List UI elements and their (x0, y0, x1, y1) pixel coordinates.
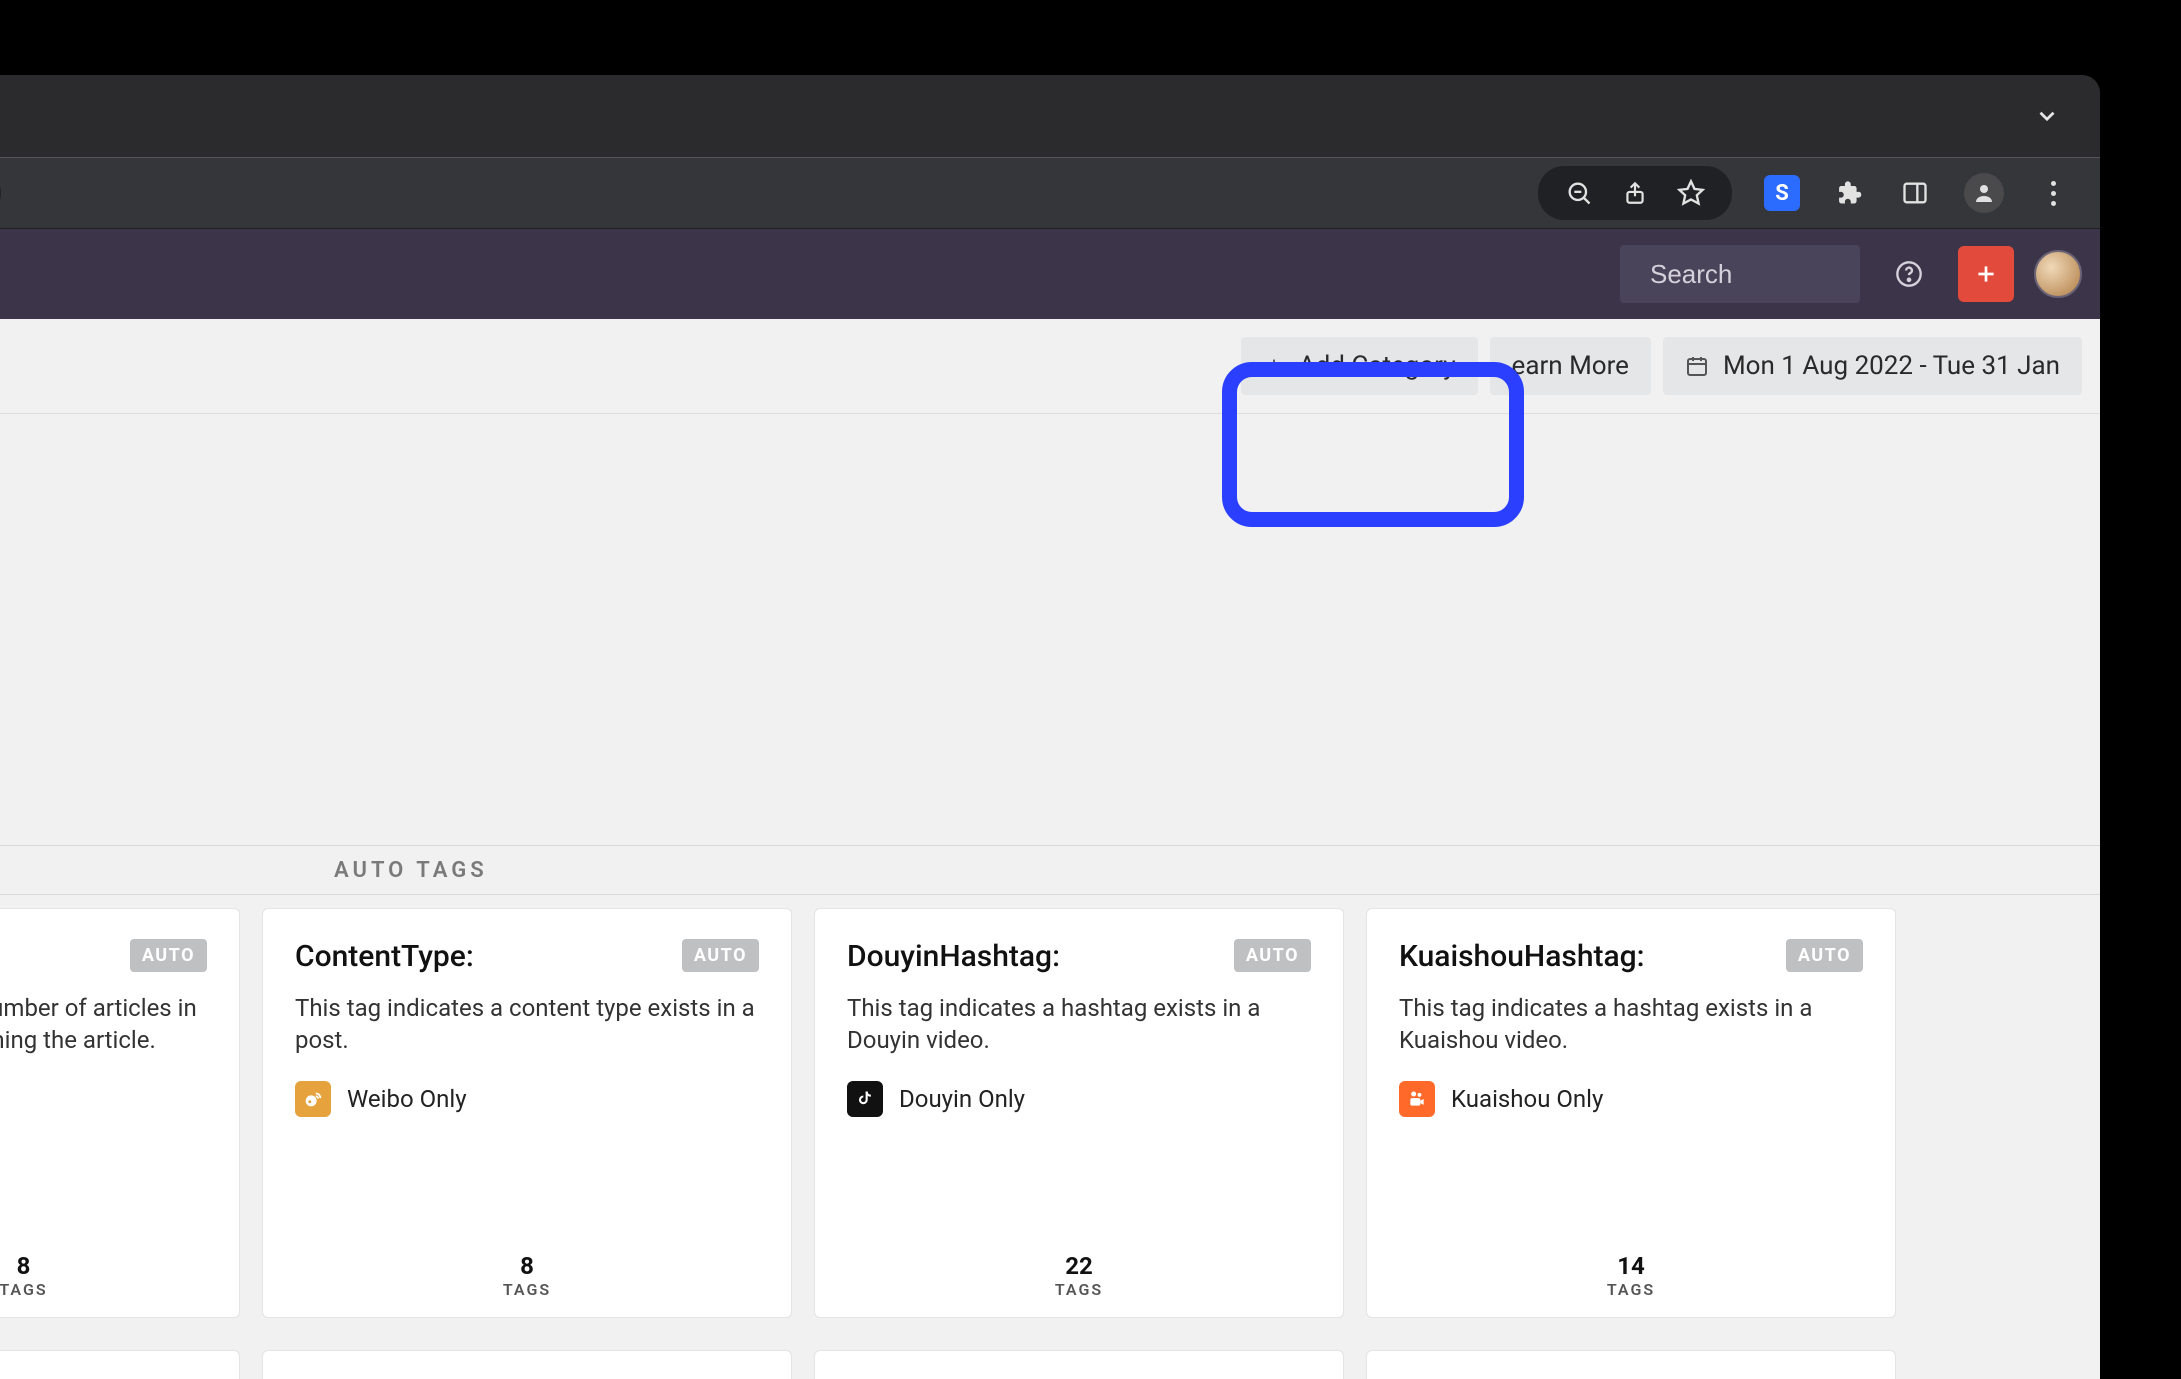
card-platform: Weibo Only (295, 1081, 759, 1117)
tag-card[interactable]: ContentType: AUTO This tag indicates a c… (262, 908, 792, 1318)
card-feature: at Only (0, 1123, 207, 1151)
main-content: AUTO TAGS InPush: AUTO ndicates the numb… (0, 414, 2100, 1379)
tag-card-stub[interactable] (262, 1350, 792, 1379)
card-title: ContentType: (295, 939, 474, 974)
card-title: DouyinHashtag: (847, 939, 1060, 974)
address-bar-actions: S (1538, 166, 2070, 220)
section-auto-tags-label: AUTO TAGS (334, 858, 488, 883)
cards-row-2 (0, 1350, 2100, 1379)
panel-icon[interactable] (1898, 176, 1932, 210)
tag-card[interactable]: DouyinHashtag: AUTO This tag indicates a… (814, 908, 1344, 1318)
add-category-label: Add Category (1299, 351, 1456, 381)
tag-card[interactable]: InPush: AUTO ndicates the number of arti… (0, 908, 240, 1318)
card-description: This tag indicates a hashtag exists in a… (1399, 992, 1863, 1057)
share-icon[interactable] (1618, 176, 1652, 210)
tag-count: 22 (847, 1252, 1311, 1280)
tag-card-stub[interactable] (814, 1350, 1344, 1379)
douyin-icon (847, 1081, 883, 1117)
platform-label: Kuaishou Only (1451, 1085, 1603, 1113)
tag-count-label: TAGS (1399, 1280, 1863, 1299)
tag-count-label: TAGS (847, 1280, 1311, 1299)
browser-tab-bar (0, 75, 2100, 157)
auto-badge: AUTO (130, 939, 207, 972)
tag-count-label: TAGS (0, 1280, 207, 1299)
tag-count: 14 (1399, 1252, 1863, 1280)
tag-card[interactable]: KuaishouHashtag: AUTO This tag indicates… (1366, 908, 1896, 1318)
card-description: This tag indicates a hashtag exists in a… (847, 992, 1311, 1057)
auto-badge: AUTO (682, 939, 759, 972)
card-title: KuaishouHashtag: (1399, 939, 1645, 974)
add-button[interactable] (1958, 246, 2014, 302)
kuaishou-icon (1399, 1081, 1435, 1117)
auto-badge: AUTO (1786, 939, 1863, 972)
profile-avatar-icon[interactable] (1964, 173, 2004, 213)
section-header: AUTO TAGS (0, 845, 2100, 895)
card-description: ndicates the number of articles in at pu… (0, 992, 207, 1057)
platform-label: Weibo Only (347, 1085, 467, 1113)
browser-address-bar: 30799999 S (0, 157, 2100, 229)
tag-card-stub[interactable] (1366, 1350, 1896, 1379)
extension-s-icon[interactable]: S (1764, 175, 1800, 211)
tag-card-stub[interactable] (0, 1350, 240, 1379)
star-icon[interactable] (1674, 176, 1708, 210)
card-platform: Kuaishou Only (1399, 1081, 1863, 1117)
weibo-icon (295, 1081, 331, 1117)
url-pill[interactable]: 30799999 (0, 167, 1, 219)
card-platform: Douyin Only (847, 1081, 1311, 1117)
calendar-icon (1685, 354, 1709, 378)
address-bar-pill-group (1538, 166, 1732, 220)
tag-count: 8 (0, 1252, 207, 1280)
date-range-button[interactable]: Mon 1 Aug 2022 - Tue 31 Jan (1663, 337, 2082, 395)
chevron-down-icon[interactable] (2034, 103, 2060, 129)
page-toolbar: Add Category earn More Mon 1 Aug 2022 - … (0, 319, 2100, 414)
auto-badge: AUTO (1234, 939, 1311, 972)
tag-count-label: TAGS (295, 1280, 759, 1299)
add-category-button[interactable]: Add Category (1241, 337, 1478, 395)
app-header (0, 229, 2100, 319)
help-button[interactable] (1880, 245, 1938, 303)
learn-more-button[interactable]: earn More (1490, 337, 1651, 395)
cards-row: InPush: AUTO ndicates the number of arti… (0, 908, 2100, 1318)
card-description: This tag indicates a content type exists… (295, 992, 759, 1057)
tag-count: 8 (295, 1252, 759, 1280)
learn-more-label: earn More (1512, 351, 1629, 381)
more-vert-icon[interactable] (2036, 176, 2070, 210)
user-avatar[interactable] (2034, 250, 2082, 298)
plus-icon (1263, 355, 1285, 377)
zoom-icon[interactable] (1562, 176, 1596, 210)
card-feature: ally Exclusive (0, 1081, 207, 1109)
date-range-label: Mon 1 Aug 2022 - Tue 31 Jan (1723, 351, 2060, 381)
extensions-icon[interactable] (1832, 176, 1866, 210)
platform-label: Douyin Only (899, 1085, 1025, 1113)
chrome-window: 30799999 S (0, 75, 2100, 1379)
search-box[interactable] (1620, 245, 1860, 303)
